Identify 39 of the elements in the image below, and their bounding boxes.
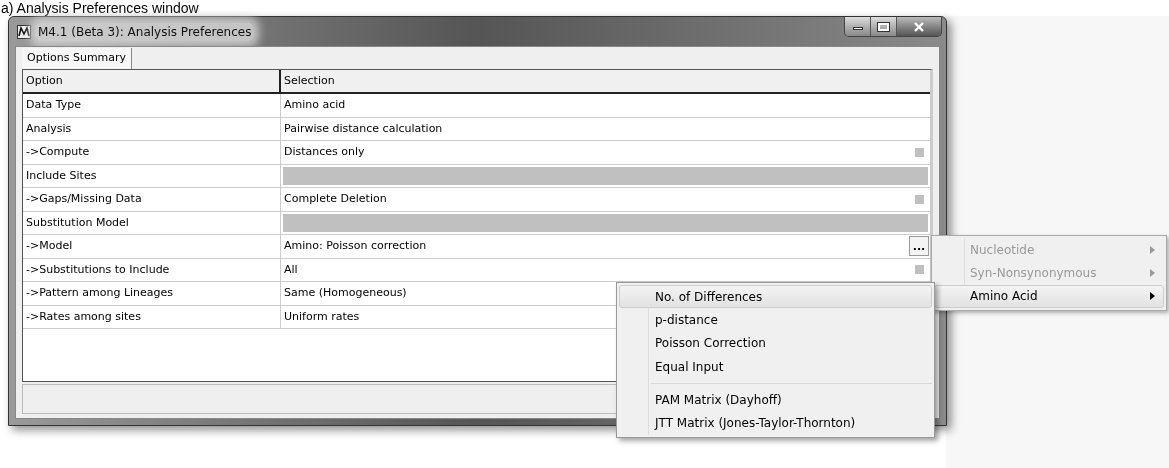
selection-cell-text: Distances only	[284, 144, 365, 160]
option-cell: ->Model	[23, 235, 281, 258]
selection-cell-text: Same (Homogeneous)	[284, 285, 407, 301]
window-title: M4.1 (Beta 3): Analysis Preferences	[36, 22, 254, 41]
selection-cell: Pairwise distance calculation	[284, 120, 443, 137]
option-cell: ->Compute	[23, 141, 281, 164]
option-cell: ->Substitutions to Include	[23, 258, 281, 281]
column-header[interactable]: Selection	[281, 70, 930, 92]
option-cell: Include Sites	[23, 164, 281, 187]
selection-cell-text: Complete Deletion	[284, 191, 387, 207]
menu-item[interactable]: Amino Acid	[934, 284, 1164, 308]
option-cell: ->Rates among sites	[23, 305, 281, 328]
menu-item[interactable]: Poisson Correction	[619, 331, 932, 356]
menu-item[interactable]: No. of Differences	[619, 285, 932, 309]
menu-item[interactable]: PAM Matrix (Dayhoff)	[619, 388, 932, 412]
option-cell: ->Gaps/Missing Data	[23, 188, 281, 211]
selection-cell-text: Amino acid	[284, 97, 346, 113]
column-header[interactable]: Option	[23, 70, 281, 92]
maximize-button[interactable]	[871, 17, 897, 36]
selection-cell: Uniform rates	[284, 308, 360, 325]
option-cell: Analysis	[23, 117, 281, 140]
ellipsis-button[interactable]: ...	[909, 236, 929, 257]
menu-item[interactable]: Equal Input	[619, 355, 932, 379]
close-button[interactable]	[897, 17, 941, 36]
menu-item[interactable]: JTT Matrix (Jones-Taylor-Thornton)	[619, 411, 932, 435]
figure-caption: a) Analysis Preferences window	[1, 0, 199, 16]
menu-item[interactable]: p-distance	[619, 308, 932, 332]
app-icon	[17, 24, 31, 39]
minimize-button[interactable]	[845, 17, 871, 36]
close-icon	[913, 21, 925, 32]
indicator-icon	[915, 147, 924, 157]
option-cell: Substitution Model	[23, 211, 281, 234]
option-cell: Data Type	[23, 94, 281, 117]
tab[interactable]: Options Summary	[22, 48, 133, 69]
indicator-icon	[915, 194, 924, 204]
selection-cell-text: Amino: Poisson correction	[284, 238, 427, 254]
selection-cell: All	[284, 261, 298, 278]
option-cell: ->Pattern among Lineages	[23, 282, 281, 305]
indicator-icon	[915, 265, 924, 275]
